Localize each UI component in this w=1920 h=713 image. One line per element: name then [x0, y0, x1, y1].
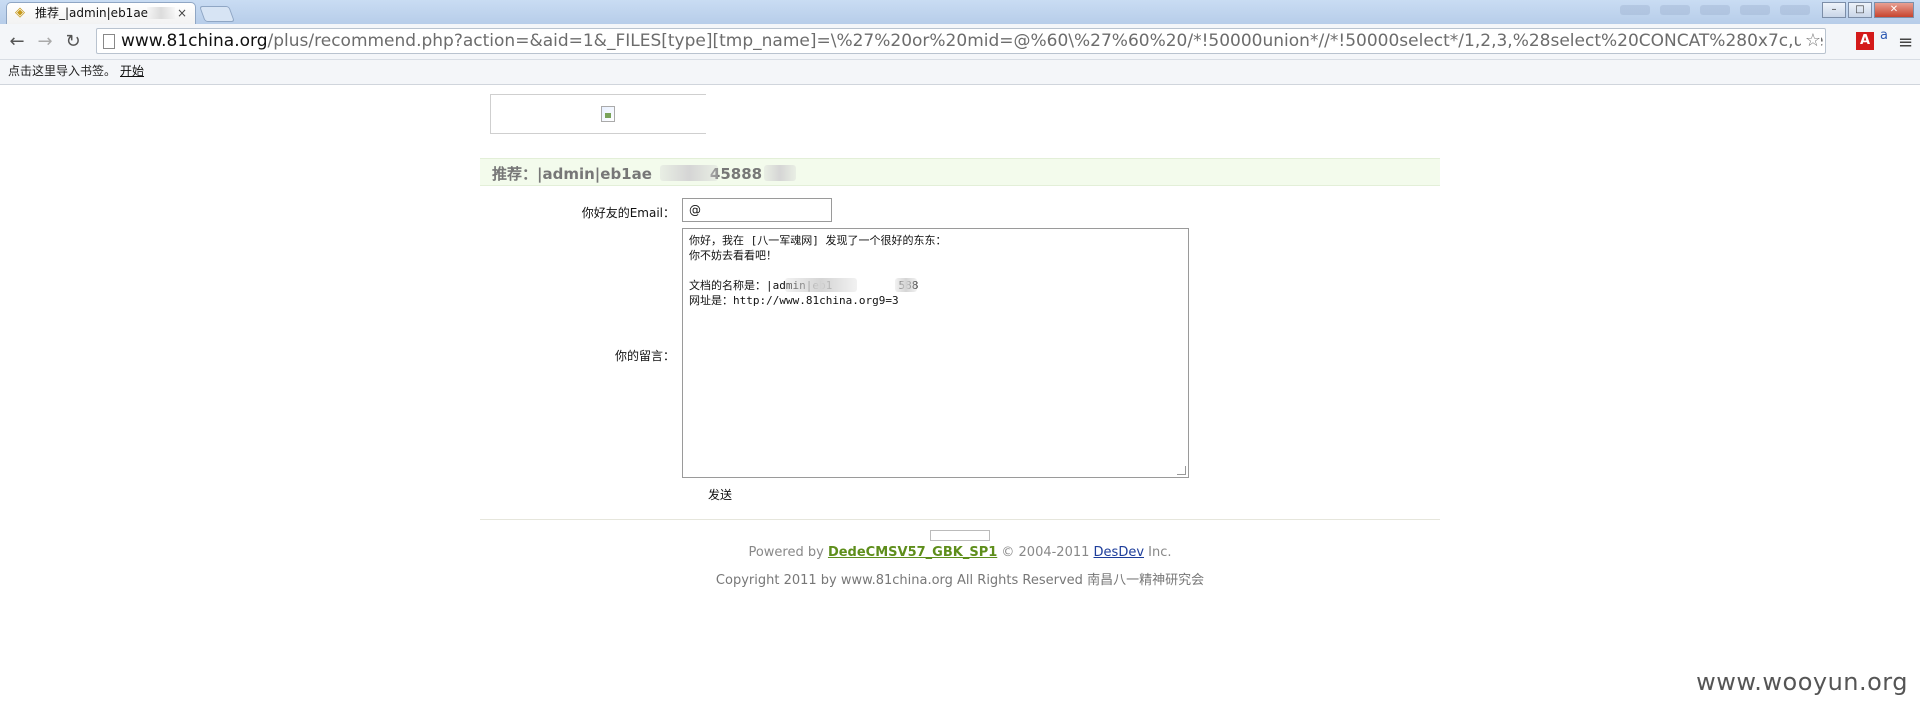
titlebar-redaction	[1660, 5, 1690, 15]
titlebar-redaction	[1620, 5, 1650, 15]
resize-handle[interactable]	[1177, 466, 1186, 475]
desdev-link[interactable]: DesDev	[1094, 545, 1144, 560]
copyright-text: Copyright 2011 by www.81china.org All Ri…	[715, 573, 1205, 588]
new-tab-button[interactable]	[199, 6, 235, 22]
email-field[interactable]	[682, 198, 832, 222]
minimize-button[interactable]: –	[1822, 2, 1846, 18]
translate-icon[interactable]: a	[1880, 28, 1888, 43]
recommend-title: 推荐：|admin|eb1ae 45888	[492, 163, 762, 184]
address-bar[interactable]: www.81china.org/plus/recommend.php?actio…	[96, 28, 1826, 54]
site-favicon-icon: ◈	[15, 5, 25, 20]
broken-image-icon	[601, 106, 615, 122]
footer-divider	[480, 519, 1440, 520]
redaction-blur	[764, 165, 796, 181]
bookmark-star-icon[interactable]: ☆	[1800, 29, 1821, 53]
bookmarks-start-link[interactable]: 开始	[120, 60, 144, 82]
titlebar-redaction	[1780, 5, 1810, 15]
browser-toolbar: ← → ↻ www.81china.org/plus/recommend.php…	[0, 24, 1920, 60]
powered-prefix: Powered by	[748, 545, 828, 560]
redaction-blur	[660, 165, 718, 181]
bookmarks-bar: 点击这里导入书签。 开始	[0, 60, 1920, 85]
page-icon	[103, 34, 115, 49]
send-button[interactable]: 发送	[700, 484, 740, 506]
message-text: 你好，我在 [八一军魂网] 发现了一个很好的东东： 你不妨去看看吧！ 文档的名称…	[689, 234, 947, 307]
recommend-title-text: 推荐：|admin|eb1ae	[492, 165, 652, 183]
window-controls: – □ ✕	[1822, 2, 1914, 18]
email-label: 你好友的Email：	[581, 206, 675, 220]
url-text[interactable]: www.81china.org/plus/recommend.php?actio…	[121, 29, 1826, 53]
message-textarea[interactable]: 你好，我在 [八一军魂网] 发现了一个很好的东东： 你不妨去看看吧！ 文档的名称…	[682, 228, 1189, 478]
menu-icon[interactable]: ≡	[1898, 32, 1913, 53]
recommend-title-bar: 推荐：|admin|eb1ae 45888	[480, 158, 1440, 186]
url-host: www.81china.org	[121, 31, 268, 51]
titlebar-redaction	[1700, 5, 1730, 15]
maximize-button[interactable]: □	[1848, 2, 1872, 18]
close-window-button[interactable]: ✕	[1874, 2, 1914, 18]
browser-tab-active[interactable]: ◈ 推荐_|admin|eb1ae ×	[6, 2, 196, 24]
powered-mid: © 2004-2011	[997, 545, 1094, 560]
forward-arrow-icon[interactable]: →	[34, 31, 56, 53]
message-label: 你的留言：	[614, 349, 675, 363]
tab-close-icon[interactable]: ×	[177, 3, 187, 23]
redaction-blur	[895, 278, 917, 292]
tab-title: 推荐_|admin|eb1ae	[35, 6, 149, 20]
powered-by-line: Powered by DedeCMSV57_GBK_SP1 © 2004-201…	[480, 545, 1440, 560]
reload-icon[interactable]: ↻	[62, 31, 84, 53]
site-logo-box	[490, 94, 706, 134]
browser-titlebar: ◈ 推荐_|admin|eb1ae × – □ ✕	[0, 0, 1920, 24]
acrobat-extension-icon[interactable]: A	[1856, 32, 1874, 50]
url-path: /plus/recommend.php?action=&aid=1&_FILES…	[267, 31, 1826, 51]
tab-title-redaction	[147, 7, 175, 19]
titlebar-redaction	[1740, 5, 1770, 15]
dedecms-link[interactable]: DedeCMSV57_GBK_SP1	[828, 545, 997, 560]
footer-placeholder-box	[930, 530, 990, 541]
back-arrow-icon[interactable]: ←	[6, 31, 28, 53]
bookmarks-import-hint[interactable]: 点击这里导入书签。	[8, 60, 116, 82]
wooyun-watermark: www.wooyun.org	[1696, 668, 1908, 696]
powered-suffix: Inc.	[1144, 545, 1172, 560]
redaction-blur	[785, 278, 857, 292]
